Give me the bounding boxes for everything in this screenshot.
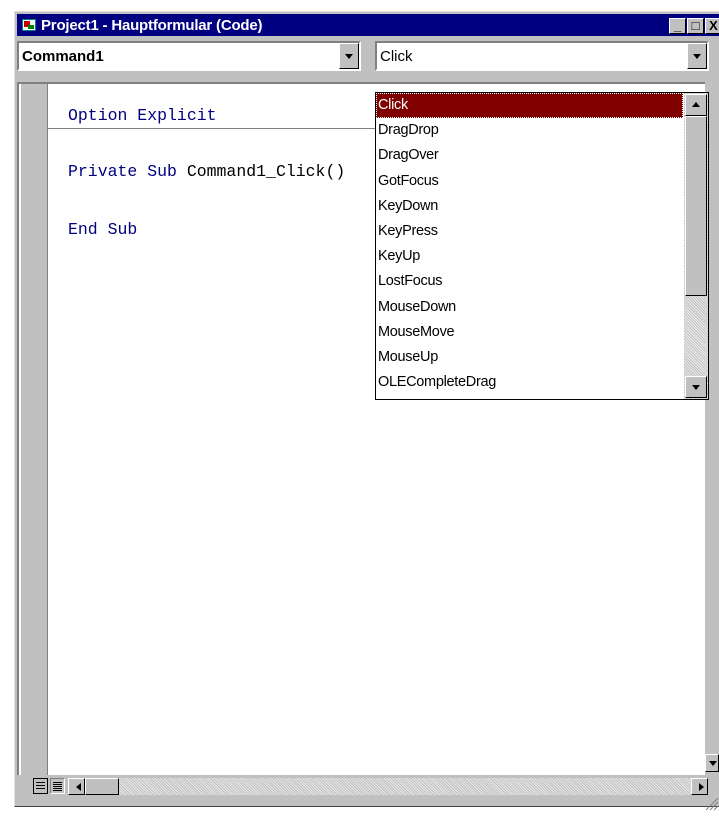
event-list-item-lostfocus[interactable]: LostFocus [376,269,683,294]
code-line[interactable]: End Sub [68,220,137,239]
dropdown-scroll-thumb[interactable] [685,116,707,296]
event-list-item-mouseup[interactable]: MouseUp [376,345,683,370]
close-button[interactable]: X [705,18,719,34]
procedure-combo[interactable]: Click [375,41,709,71]
chevron-down-icon [345,54,353,59]
object-combo-dropdown-button[interactable] [339,43,359,69]
margin-indicator-bar[interactable] [21,84,48,775]
code-keyword: Option Explicit [68,106,217,125]
minimize-button[interactable]: _ [669,18,686,34]
code-keyword: End Sub [68,220,138,239]
bottom-bar [17,775,719,796]
chevron-down-icon [709,761,717,766]
chevron-up-icon [692,102,700,107]
code-keyword: Private Sub [68,162,187,181]
chevron-right-icon [699,783,704,791]
resize-grip-icon[interactable] [703,795,719,811]
object-combo[interactable]: Command1 [17,41,361,71]
event-dropdown-list[interactable]: Click DragDrop DragOver GotFocus KeyDown KeyP… [375,92,709,400]
event-list-item-olecompletedrag[interactable]: OLECompleteDrag [376,370,683,395]
event-list: Click DragDrop DragOver GotFocus KeyDown KeyP… [376,93,683,395]
dropdown-scroll-down-button[interactable] [685,376,707,398]
code-line[interactable]: Private Sub Command1_Click() [68,162,345,181]
chevron-down-icon [693,54,701,59]
event-list-item-mousedown[interactable]: MouseDown [376,295,683,320]
procedure-combo-dropdown-button[interactable] [687,43,707,69]
maximize-button[interactable]: □ [687,18,704,34]
chevron-down-icon [692,385,700,390]
window-title: Project1 - Hauptformular (Code) [41,16,263,34]
title-bar[interactable]: Project1 - Hauptformular (Code) _ □ X [17,14,719,36]
event-list-item-dragdrop[interactable]: DragDrop [376,118,683,143]
procedure-view-button[interactable] [33,778,48,794]
full-module-view-button[interactable] [50,778,65,794]
chevron-left-icon [76,783,81,791]
event-list-item-click[interactable]: Click [376,93,683,119]
event-list-item-keypress[interactable]: KeyPress [376,219,683,244]
horizontal-scroll-thumb[interactable] [85,778,119,795]
object-combo-value: Command1 [22,48,104,65]
event-list-item-keyup[interactable]: KeyUp [376,244,683,269]
scroll-right-button[interactable] [691,778,708,795]
dropdown-scroll-up-button[interactable] [685,94,707,116]
procedure-combo-value: Click [380,48,413,65]
code-line[interactable]: Option Explicit [68,106,217,125]
horizontal-scrollbar[interactable] [68,778,708,795]
code-text: Command1_Click() [186,162,346,181]
scroll-left-button[interactable] [68,778,85,795]
scroll-down-button[interactable] [705,754,719,772]
event-list-item-keydown[interactable]: KeyDown [376,194,683,219]
event-list-item-dragover[interactable]: DragOver [376,143,683,168]
event-list-item-mousemove[interactable]: MouseMove [376,320,683,345]
project-icon[interactable] [22,19,36,31]
dropdown-scrollbar[interactable] [684,93,708,399]
event-list-item-gotfocus[interactable]: GotFocus [376,169,683,194]
